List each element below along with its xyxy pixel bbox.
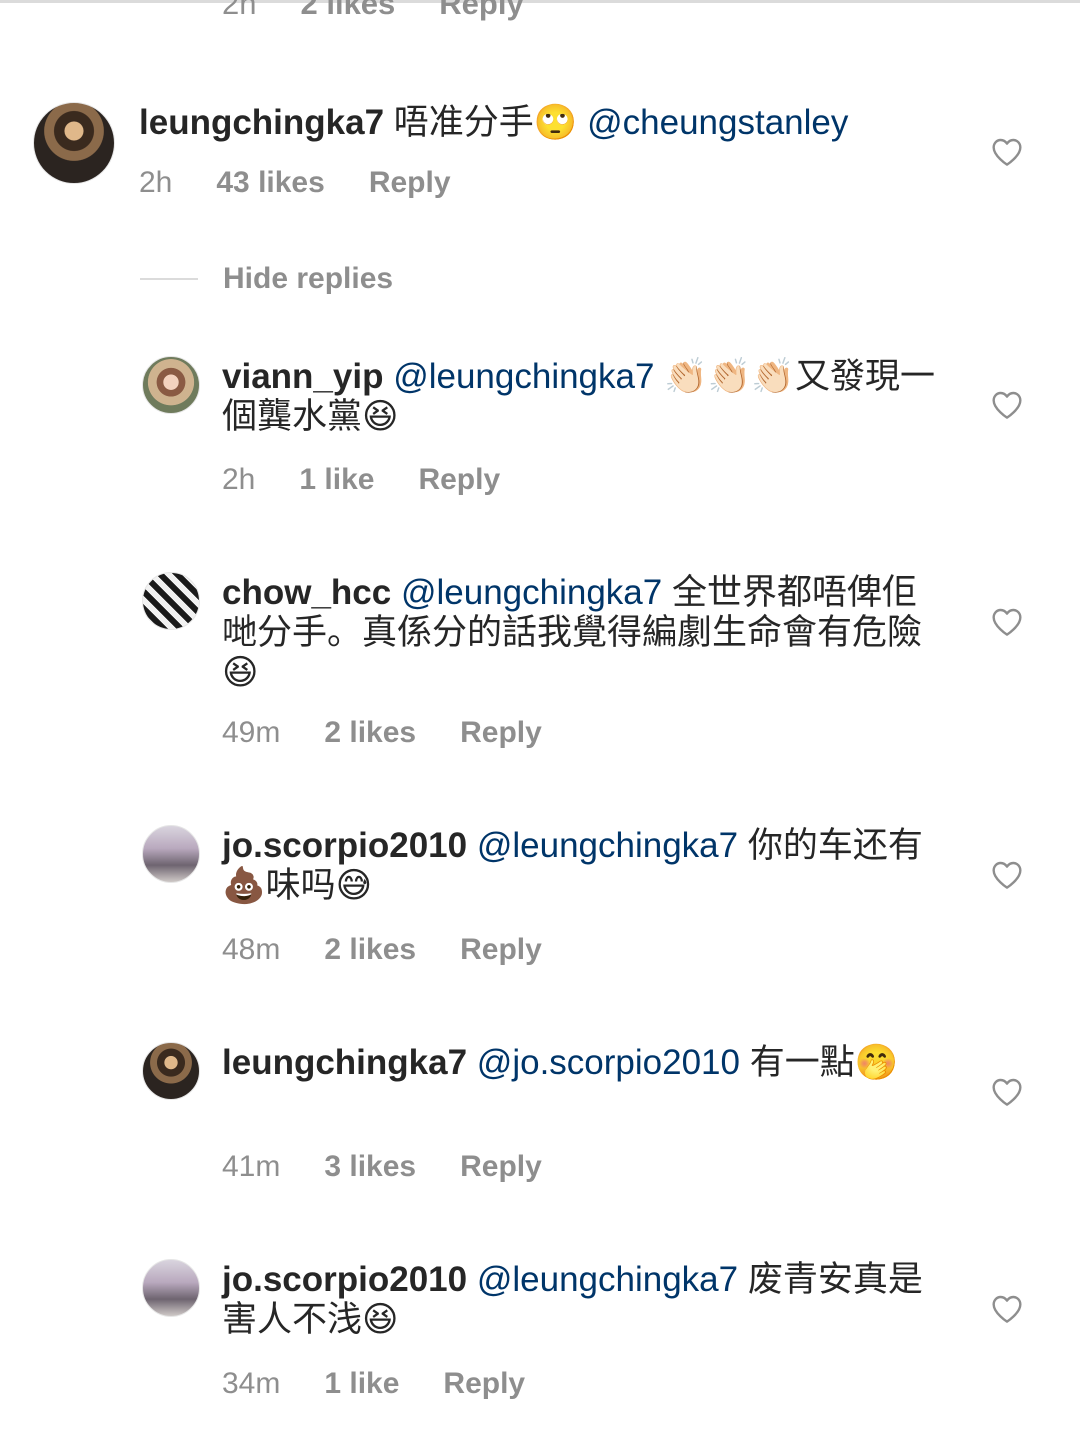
- mention-link[interactable]: @leungchingka7: [401, 573, 662, 612]
- comment-time: 2h: [222, 0, 257, 21]
- comment-time: 48m: [222, 933, 281, 966]
- comment-body: 唔准分手🙄: [393, 103, 578, 142]
- avatar[interactable]: [142, 825, 200, 883]
- username[interactable]: viann_yip: [222, 357, 383, 396]
- comment-text: leungchingka7 唔准分手🙄 @cheungstanley: [139, 103, 959, 143]
- reply-button[interactable]: Reply: [460, 933, 542, 967]
- heart-outline-icon[interactable]: [991, 1077, 1023, 1107]
- divider-line: [140, 278, 198, 280]
- username[interactable]: jo.scorpio2010: [222, 826, 467, 865]
- like-count[interactable]: 1 like: [299, 463, 374, 497]
- reply-button[interactable]: Reply: [418, 463, 500, 497]
- comment-text: chow_hcc @leungchingka7 全世界都唔俾佢哋分手。真係分的話…: [222, 573, 942, 693]
- username[interactable]: leungchingka7: [139, 103, 384, 142]
- mention-link[interactable]: @cheungstanley: [587, 103, 848, 142]
- comment-text: viann_yip @leungchingka7 👏🏻👏🏻👏🏻又發現一個龔水黨😆: [222, 357, 942, 437]
- like-count[interactable]: 1 like: [324, 1367, 399, 1401]
- comment-text: jo.scorpio2010 @leungchingka7 废青安真是害人不浅😆: [222, 1260, 942, 1340]
- like-count[interactable]: 2 likes: [300, 0, 395, 22]
- comment-meta: 2h 1 like Reply: [222, 463, 544, 497]
- reply-button[interactable]: Reply: [369, 166, 451, 200]
- avatar[interactable]: [142, 572, 200, 630]
- reply-button[interactable]: Reply: [460, 716, 542, 750]
- avatar[interactable]: [33, 102, 115, 184]
- reply-button[interactable]: Reply: [439, 0, 523, 22]
- mention-link[interactable]: @jo.scorpio2010: [477, 1043, 740, 1082]
- comment-meta: 41m 3 likes Reply: [222, 1150, 586, 1184]
- heart-outline-icon[interactable]: [991, 390, 1023, 420]
- like-count[interactable]: 2 likes: [324, 716, 416, 750]
- heart-outline-icon[interactable]: [991, 607, 1023, 637]
- heart-outline-icon[interactable]: [991, 137, 1023, 167]
- comment-meta: 2h 43 likes Reply: [139, 166, 495, 200]
- comment-time: 41m: [222, 1150, 281, 1183]
- like-count[interactable]: 2 likes: [324, 933, 416, 967]
- comment-text: jo.scorpio2010 @leungchingka7 你的车还有💩味吗😅: [222, 826, 942, 906]
- comment-meta: 49m 2 likes Reply: [222, 716, 586, 750]
- username[interactable]: leungchingka7: [222, 1043, 467, 1082]
- previous-comment-meta: 2h 2 likes Reply: [222, 0, 568, 24]
- comment-time: 49m: [222, 716, 281, 749]
- avatar[interactable]: [142, 1042, 200, 1100]
- comment-body: 有一點🤭: [749, 1043, 899, 1082]
- comment-time: 2h: [139, 166, 173, 199]
- hide-replies-label[interactable]: Hide replies: [223, 262, 393, 296]
- username[interactable]: chow_hcc: [222, 573, 391, 612]
- avatar[interactable]: [142, 356, 200, 414]
- comment-meta: 34m 1 like Reply: [222, 1367, 569, 1401]
- mention-link[interactable]: @leungchingka7: [477, 826, 738, 865]
- comment-time: 34m: [222, 1367, 281, 1400]
- comment-meta: 48m 2 likes Reply: [222, 933, 586, 967]
- comment-time: 2h: [222, 463, 256, 496]
- reply-button[interactable]: Reply: [460, 1150, 542, 1184]
- like-count[interactable]: 43 likes: [216, 166, 324, 200]
- mention-link[interactable]: @leungchingka7: [477, 1260, 738, 1299]
- heart-outline-icon[interactable]: [991, 1294, 1023, 1324]
- username[interactable]: jo.scorpio2010: [222, 1260, 467, 1299]
- heart-outline-icon[interactable]: [991, 860, 1023, 890]
- avatar[interactable]: [142, 1259, 200, 1317]
- comment-text: leungchingka7 @jo.scorpio2010 有一點🤭: [222, 1043, 942, 1083]
- hide-replies-toggle[interactable]: Hide replies: [140, 262, 393, 296]
- like-count[interactable]: 3 likes: [324, 1150, 416, 1184]
- reply-button[interactable]: Reply: [443, 1367, 525, 1401]
- mention-link[interactable]: @leungchingka7: [393, 357, 654, 396]
